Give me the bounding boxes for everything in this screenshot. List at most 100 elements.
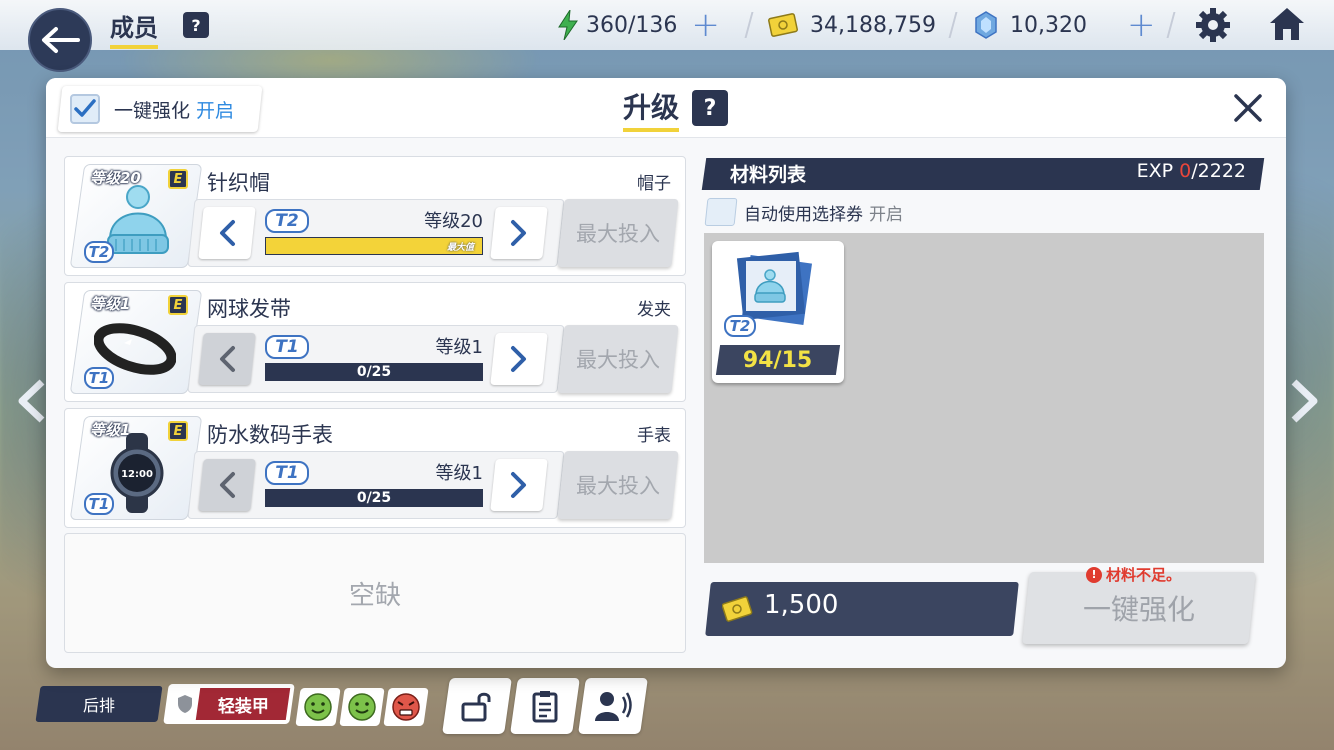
- grade-badge: E: [168, 169, 188, 189]
- credits-counter: 34,188,759: [768, 8, 936, 42]
- chevron-left-icon: [217, 219, 237, 247]
- max-input-button[interactable]: 最大投入: [557, 199, 679, 267]
- equipment-type: 手表: [637, 426, 671, 446]
- tier-badge: T1: [265, 461, 309, 485]
- equipment-level: 等级1: [435, 463, 483, 484]
- material-count: 94/15: [715, 345, 841, 375]
- max-level-tag: 最大值: [446, 243, 474, 253]
- modal-help-button[interactable]: ?: [692, 90, 728, 126]
- max-input-button[interactable]: 最大投入: [557, 451, 679, 519]
- chevron-right-icon: [509, 471, 529, 499]
- smile-face-icon: [303, 692, 333, 722]
- smile-face-icon: [347, 692, 377, 722]
- close-icon[interactable]: [1230, 90, 1266, 126]
- unlock-button[interactable]: [442, 678, 512, 734]
- insufficient-materials-warning: ! 材料不足。: [1086, 564, 1181, 585]
- upgrade-cost: 1,500: [764, 590, 839, 620]
- equipment-name: 针织帽: [207, 171, 270, 195]
- auto-use-ticket-toggle[interactable]: 自动使用选择券 开启: [704, 198, 903, 226]
- page-title: 成员: [110, 8, 158, 49]
- chevron-left-icon: [217, 345, 237, 373]
- tier-badge: T2: [84, 241, 114, 263]
- exp-bar: 0/25: [265, 363, 483, 381]
- one-click-enhance-toggle[interactable]: 一键强化 开启: [57, 86, 263, 132]
- position-badge: 后排: [35, 686, 163, 722]
- decrease-level-button[interactable]: [198, 333, 256, 385]
- clipboard-icon: [531, 689, 559, 723]
- equipment-type: 帽子: [637, 174, 671, 194]
- equipment-level: 等级20: [424, 211, 483, 232]
- auto-use-ticket-state: 开启: [869, 204, 903, 225]
- credits-value: 34,188,759: [810, 12, 936, 38]
- tier-badge: T2: [724, 315, 756, 337]
- credit-icon: [722, 596, 754, 622]
- gear-icon[interactable]: [1194, 6, 1232, 44]
- equipment-thumbnail[interactable]: 12:00 等级1 E T1: [69, 416, 203, 520]
- voice-button[interactable]: [578, 678, 648, 734]
- chevron-left-icon: [217, 471, 237, 499]
- upgrade-modal: 一键强化 开启 升级 ? 等级20 E T2 针织帽 帽子 T2 等级20 最大…: [46, 78, 1286, 668]
- terrain-mood-1: [295, 688, 341, 726]
- thumbnail-level: 等级20: [90, 169, 141, 187]
- empty-equipment-slot: 空缺: [64, 533, 686, 653]
- equipment-row-watch: 12:00 等级1 E T1 防水数码手表 手表 T1 等级1 0/25 最大投…: [64, 408, 686, 528]
- memo-button[interactable]: [510, 678, 580, 734]
- grade-badge: E: [168, 421, 188, 441]
- gems-counter: 10,320 +: [974, 8, 1155, 42]
- equipment-name: 网球发带: [207, 297, 291, 321]
- angry-face-icon: [391, 692, 421, 722]
- materials-title: 材料列表: [730, 164, 807, 186]
- shield-icon: [176, 694, 194, 714]
- add-ap-button[interactable]: +: [691, 8, 720, 42]
- auto-use-ticket-label: 自动使用选择券: [744, 204, 863, 225]
- chevron-right-icon: [509, 219, 529, 247]
- back-button[interactable]: [28, 8, 92, 72]
- increase-level-button[interactable]: [490, 333, 548, 385]
- equipment-name: 防水数码手表: [207, 423, 333, 447]
- max-input-button[interactable]: 最大投入: [557, 325, 679, 393]
- divider: [1166, 12, 1176, 38]
- member-info-strip: 后排 轻装甲: [0, 668, 1334, 750]
- lightning-icon: [556, 10, 580, 40]
- modal-title: 升级: [623, 86, 680, 132]
- equipment-row-hat: 等级20 E T2 针织帽 帽子 T2 等级20 最大值 最大投入: [64, 156, 686, 276]
- empty-slot-label: 空缺: [348, 580, 401, 611]
- decrease-level-button[interactable]: [198, 459, 256, 511]
- gems-value: 10,320: [1010, 12, 1087, 38]
- warning-text: 材料不足。: [1106, 566, 1182, 584]
- svg-text:12:00: 12:00: [121, 469, 153, 480]
- equipment-row-headband: 等级1 E T1 网球发带 发夹 T1 等级1 0/25 最大投入: [64, 282, 686, 402]
- equipment-thumbnail[interactable]: 等级1 E T1: [69, 290, 203, 394]
- checkbox-unchecked-icon: [704, 198, 738, 226]
- exp-bar: 最大值: [265, 237, 483, 255]
- armor-type-label: 轻装甲: [195, 688, 291, 720]
- page-help-button[interactable]: ?: [183, 12, 209, 38]
- unlock-icon: [459, 690, 495, 722]
- divider: [948, 12, 958, 38]
- next-member-icon[interactable]: [1284, 378, 1324, 424]
- thumbnail-level: 等级1: [90, 421, 131, 439]
- add-gems-button[interactable]: +: [1127, 8, 1156, 42]
- materials-exp: EXP 0/2222: [1136, 160, 1246, 182]
- divider: [744, 12, 754, 38]
- materials-list: T2 94/15: [704, 233, 1264, 563]
- alert-icon: !: [1086, 566, 1102, 583]
- equipment-thumbnail[interactable]: 等级20 E T2: [69, 164, 203, 268]
- ap-counter: 360/136 +: [556, 8, 720, 42]
- tier-badge: T1: [84, 367, 114, 389]
- material-item[interactable]: T2 94/15: [712, 241, 844, 383]
- increase-level-button[interactable]: [490, 207, 548, 259]
- top-bar: 成员 ? 360/136 + 34,188,759 10,320 +: [0, 0, 1334, 50]
- home-icon[interactable]: [1268, 6, 1306, 42]
- ap-value: 360/136: [586, 12, 678, 38]
- tier-badge: T1: [265, 335, 309, 359]
- gem-icon: [974, 11, 998, 39]
- exp-bar-text: 0/25: [356, 490, 392, 506]
- grade-badge: E: [168, 295, 188, 315]
- decrease-level-button[interactable]: [198, 207, 256, 259]
- one-click-enhance-label: 一键强化: [114, 99, 191, 122]
- checkbox-checked-icon: [70, 94, 100, 124]
- increase-level-button[interactable]: [490, 459, 548, 511]
- speaker-person-icon: [593, 689, 633, 723]
- equipment-level: 等级1: [435, 337, 483, 358]
